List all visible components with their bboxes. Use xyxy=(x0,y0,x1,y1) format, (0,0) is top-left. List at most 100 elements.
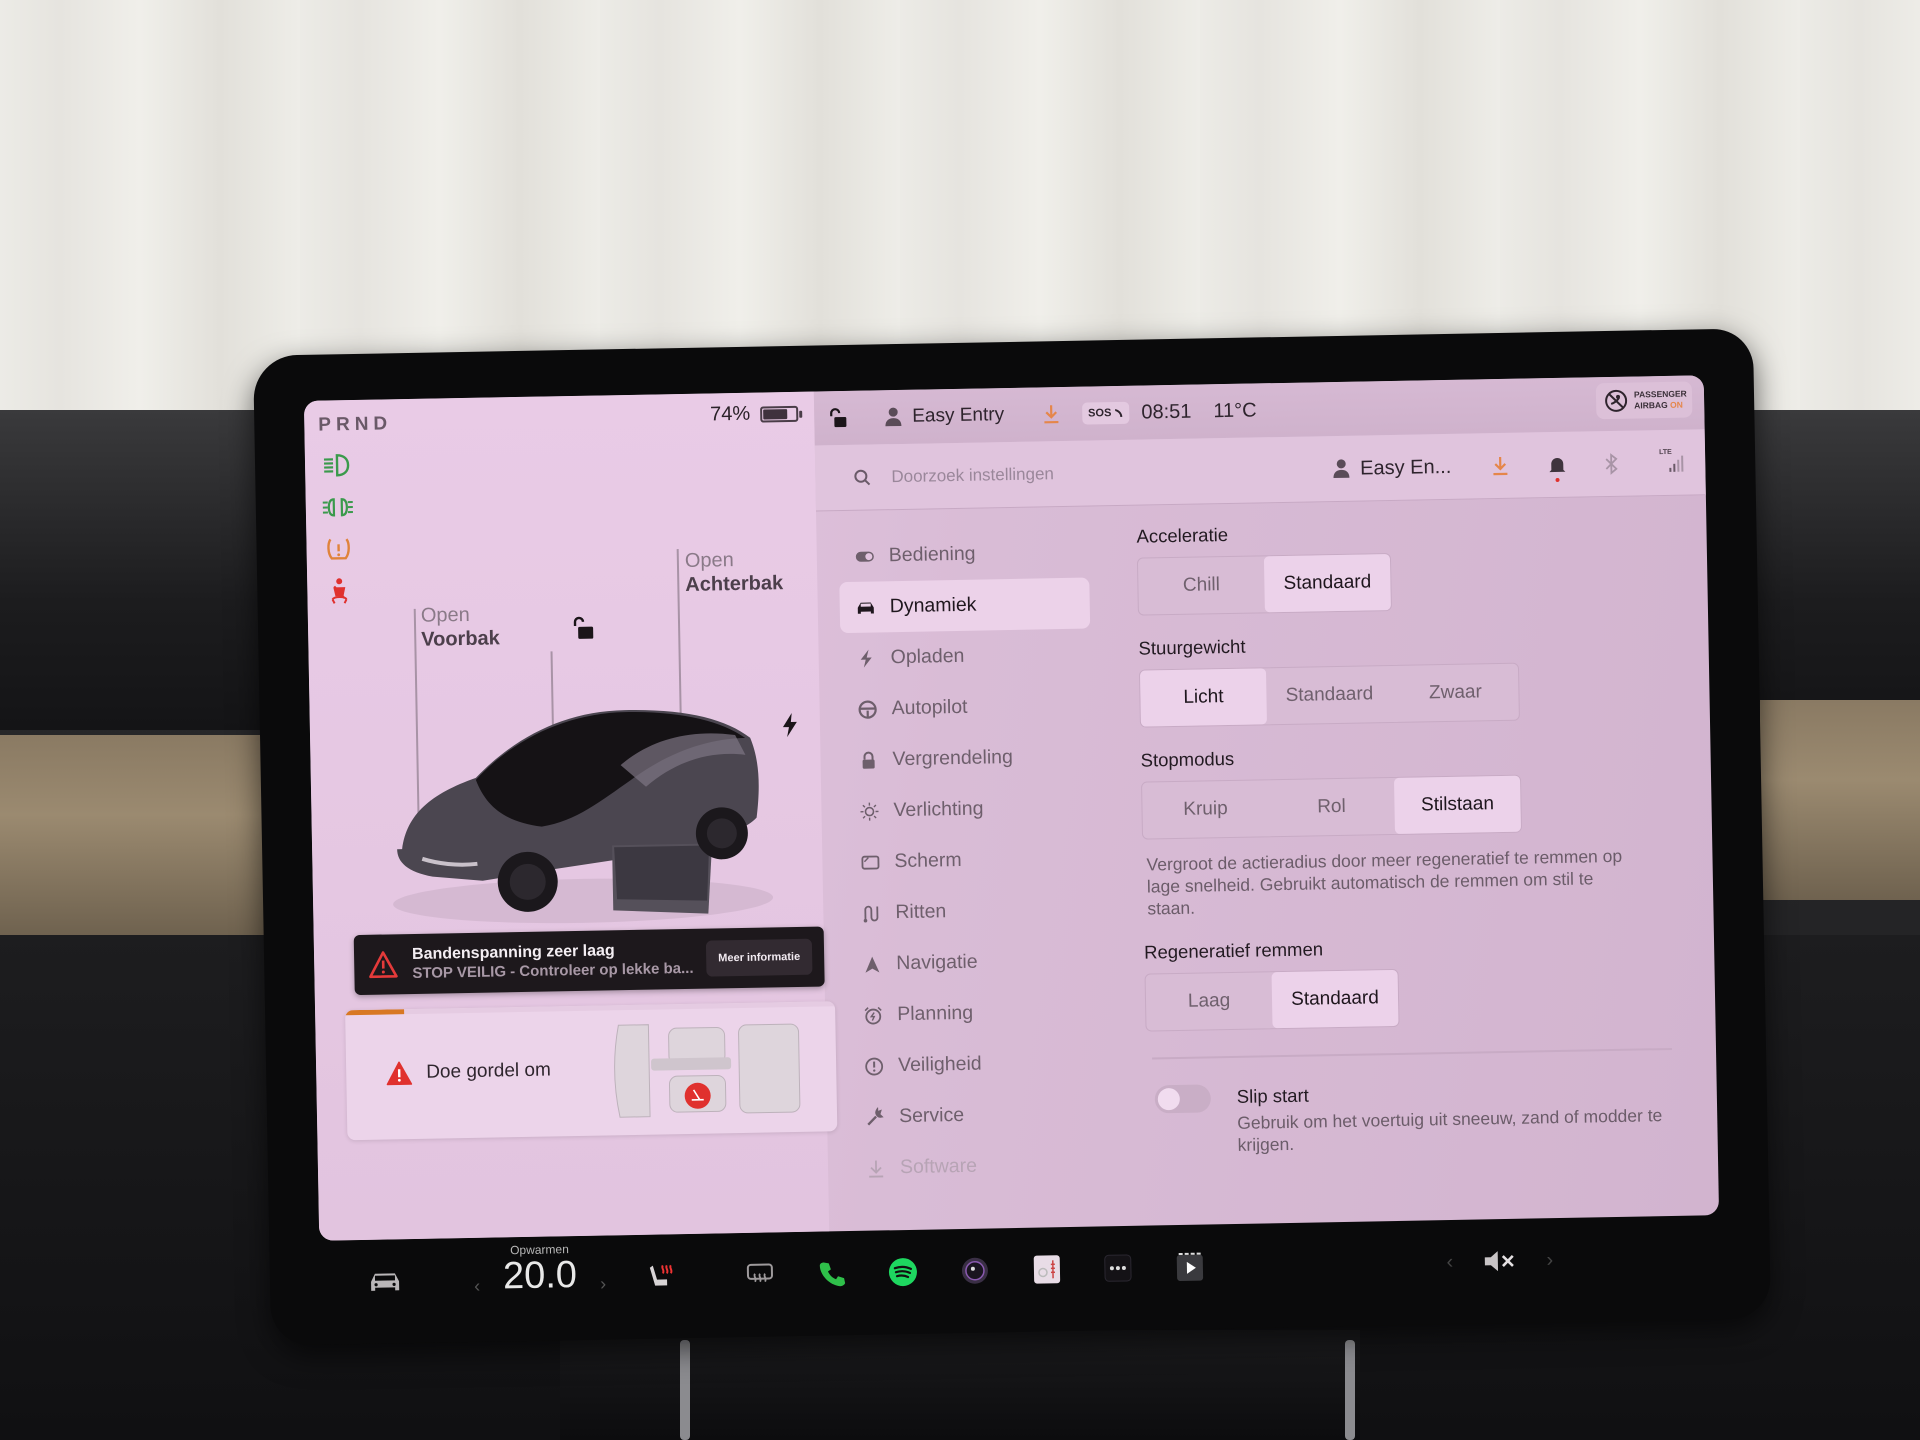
seatbelt-progress-bar xyxy=(345,1009,404,1016)
acceleratie-option-chill[interactable]: Chill xyxy=(1138,556,1265,614)
stop-mode-selector: Kruip Rol Stilstaan xyxy=(1141,774,1523,840)
phone-button[interactable] xyxy=(812,1253,853,1294)
unlocked-padlock-icon[interactable] xyxy=(828,407,848,429)
profile-menu-button[interactable]: Easy En... xyxy=(1332,455,1452,480)
regen-braking-section: Regeneratief remmen Laag Standaard xyxy=(1144,932,1686,1054)
stopmodus-option-stilstaan[interactable]: Stilstaan xyxy=(1393,775,1521,834)
car-icon xyxy=(856,597,876,617)
trips-icon xyxy=(861,903,881,923)
unlocked-padlock-icon[interactable] xyxy=(570,616,596,642)
header-icons: Easy En... LTE xyxy=(1332,430,1686,502)
sidebar-item-label: Software xyxy=(899,1154,978,1179)
more-apps-button[interactable] xyxy=(1098,1248,1139,1289)
download-icon xyxy=(1493,456,1508,476)
download-button[interactable] xyxy=(1491,455,1511,477)
alarm-clock-icon xyxy=(863,1005,883,1025)
volume-button[interactable] xyxy=(1479,1241,1520,1282)
parking-lights-icon xyxy=(320,492,357,523)
sidebar-item-service[interactable]: Service xyxy=(849,1087,1100,1143)
sidebar-item-label: Opladen xyxy=(890,644,965,669)
profile-name-short: Easy En... xyxy=(1359,455,1452,480)
sidebar-item-planning[interactable]: Planning xyxy=(847,985,1098,1041)
car-button[interactable] xyxy=(360,1261,411,1302)
seatbelt-reminder-card[interactable]: Doe gordel om xyxy=(345,1001,838,1141)
seat-heater-button[interactable] xyxy=(642,1256,683,1297)
sidebar-item-label: Veiligheid xyxy=(897,1052,982,1077)
sidebar-item-navigatie[interactable]: Navigatie xyxy=(846,934,1097,990)
stopmodus-option-kruip[interactable]: Kruip xyxy=(1142,780,1269,838)
phone-handset-icon xyxy=(1115,409,1123,417)
temp-increase-button[interactable]: › xyxy=(600,1274,606,1295)
battery-percent: 74% xyxy=(709,402,751,426)
more-apps-icon xyxy=(1104,1254,1132,1282)
regeneratief-option-laag[interactable]: Laag xyxy=(1146,972,1273,1030)
tire-pressure-alert[interactable]: Bandenspanning zeer laag STOP VEILIG - C… xyxy=(353,926,825,996)
sidebar-item-software[interactable]: Software xyxy=(850,1138,1101,1194)
stuurgewicht-option-licht[interactable]: Licht xyxy=(1139,668,1267,727)
clock: 08:51 xyxy=(1141,400,1192,424)
alert-subtitle: STOP VEILIG - Controleer op lekke ba... xyxy=(412,959,694,983)
sidebar-item-label: Ritten xyxy=(895,900,947,924)
car-status-panel: PRND 74% Open Voorbak Open Achterbak Ban… xyxy=(303,391,838,1241)
acceleratie-option-standaard[interactable]: Standaard xyxy=(1263,554,1391,613)
sidebar-item-vergrendeling[interactable]: Vergrendeling xyxy=(842,731,1093,787)
spotify-button[interactable] xyxy=(883,1252,924,1293)
stuurgewicht-option-standaard[interactable]: Standaard xyxy=(1266,666,1393,724)
sidebar-item-verlichting[interactable]: Verlichting xyxy=(843,782,1094,838)
slip-start-description: Gebruik om het voertuig uit sneeuw, zand… xyxy=(1237,1104,1663,1155)
stuurgewicht-option-zwaar[interactable]: Zwaar xyxy=(1392,664,1519,722)
climate-control[interactable]: Opwarmen 20.0 ‹ › xyxy=(469,1241,610,1324)
sidebar-item-bediening[interactable]: Bediening xyxy=(838,527,1089,583)
regen-braking-selector: Laag Standaard xyxy=(1144,968,1400,1032)
sidebar-item-ritten[interactable]: Ritten xyxy=(845,883,1096,939)
gear-selector[interactable]: PRND xyxy=(318,413,392,436)
bell-icon xyxy=(1549,457,1566,473)
driver-profile-button[interactable]: Easy Entry xyxy=(884,404,1004,428)
notification-dot xyxy=(1555,477,1560,482)
settings-panel: Easy Entry SOS 08:51 11°C PASSENGER AIRB… xyxy=(813,375,1719,1231)
charge-port-bolt-icon[interactable] xyxy=(780,712,800,738)
outside-temperature: 11°C xyxy=(1213,398,1257,422)
sidebar-item-autopilot[interactable]: Autopilot xyxy=(841,680,1092,736)
steering-section: Stuurgewicht Licht Standaard Zwaar xyxy=(1138,628,1680,750)
navigation-arrow-icon xyxy=(862,954,882,974)
sidebar-item-label: Service xyxy=(898,1103,965,1128)
sos-button[interactable]: SOS xyxy=(1081,401,1130,425)
theater-button[interactable] xyxy=(1170,1246,1211,1287)
bluetooth-button[interactable] xyxy=(1603,453,1623,475)
alert-circle-icon xyxy=(864,1056,884,1076)
bolt-icon xyxy=(857,648,877,668)
volume-up-button[interactable]: › xyxy=(1539,1240,1560,1280)
sidebar-item-opladen[interactable]: Opladen xyxy=(840,629,1091,685)
wood-trim-right xyxy=(1760,700,1920,900)
open-frunk-button[interactable]: Open Voorbak xyxy=(421,602,500,651)
acceleration-selector: Chill Standaard xyxy=(1136,553,1392,616)
airbag-icon xyxy=(1605,389,1628,412)
volume-down-button[interactable]: ‹ xyxy=(1439,1242,1460,1282)
car-3d-model[interactable] xyxy=(379,692,783,929)
slip-start-toggle[interactable] xyxy=(1154,1083,1212,1113)
temp-decrease-button[interactable]: ‹ xyxy=(474,1276,480,1297)
regeneratief-option-standaard[interactable]: Standaard xyxy=(1271,969,1399,1029)
more-info-button[interactable]: Meer informatie xyxy=(705,938,813,977)
sun-icon xyxy=(859,801,879,821)
acceleration-section: Acceleratie Chill Standaard xyxy=(1136,516,1678,638)
stopmodus-option-rol[interactable]: Rol xyxy=(1268,778,1395,836)
display-bezel: PRND 74% Open Voorbak Open Achterbak Ban… xyxy=(253,328,1771,1346)
notifications-button[interactable] xyxy=(1547,454,1567,482)
wrench-icon xyxy=(865,1106,885,1127)
software-update-download-icon[interactable] xyxy=(1042,403,1060,425)
sidebar-item-scherm[interactable]: Scherm xyxy=(844,832,1095,888)
car-icon xyxy=(371,1273,400,1291)
dynamics-settings: Acceleratie Chill Standaard Stuurgewicht … xyxy=(1136,516,1687,1157)
sidebar-item-label: Dynamiek xyxy=(889,593,977,618)
sidebar-item-veiligheid[interactable]: Veiligheid xyxy=(848,1036,1099,1092)
toybox-button[interactable] xyxy=(1027,1249,1068,1290)
settings-search-input[interactable] xyxy=(891,460,1232,487)
rear-defrost-button[interactable] xyxy=(740,1254,781,1295)
sidebar-item-label: Navigatie xyxy=(896,950,978,975)
stop-mode-description: Vergroot de actieradius door meer regene… xyxy=(1146,845,1623,919)
sidebar-item-dynamiek[interactable]: Dynamiek xyxy=(839,577,1091,634)
camera-button[interactable] xyxy=(955,1250,996,1291)
open-trunk-button[interactable]: Open Achterbak xyxy=(685,547,784,597)
